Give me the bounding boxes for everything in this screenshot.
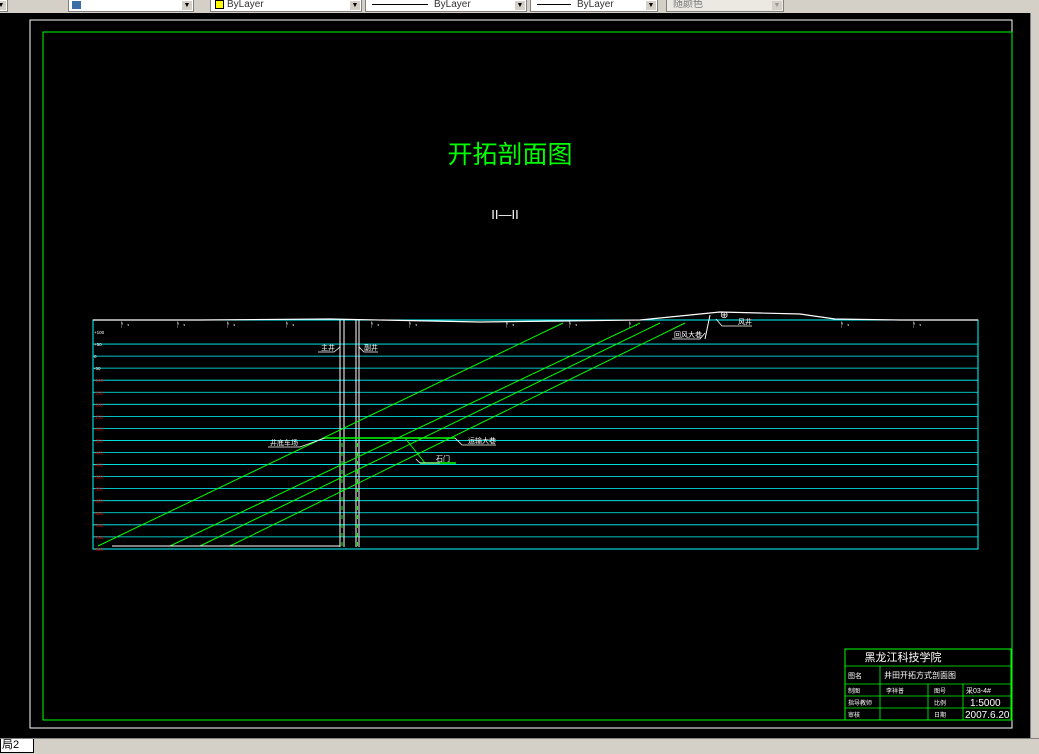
crosscut-label: 石门 — [436, 454, 450, 463]
label-leaders — [268, 318, 752, 464]
elevation-labels: +100 +50 0 -50 -100 -150 -200 -250 -300 -350 -400 -… — [94, 330, 105, 552]
elevation-label: -450 — [94, 463, 104, 468]
linetype-dropdown[interactable]: ByLayer ▼ — [365, 0, 527, 12]
elevation-label: -400 — [94, 451, 104, 456]
elevation-grid — [93, 343, 978, 550]
terrain-symbol: ᚫ ▾ — [285, 321, 295, 329]
draw-value: 李祥普 — [886, 687, 904, 695]
review-label: 审核 — [848, 711, 860, 719]
elevation-label: -550 — [94, 487, 104, 492]
chevron-down-icon: ▼ — [515, 1, 525, 10]
elevation-label: -50 — [94, 366, 101, 371]
chevron-down-icon: ▼ — [772, 1, 782, 10]
elevation-label: -600 — [94, 499, 104, 504]
drawing-canvas[interactable]: 开拓剖面图 II—II +100 +50 0 -50 -100 -150 -200 -250 -… — [0, 13, 1030, 738]
drawing-svg: 开拓剖面图 II—II +100 +50 0 -50 -100 -150 -200 -250 -… — [29, 19, 1013, 729]
elevation-label: -150 — [94, 390, 104, 395]
linetype-preview — [372, 3, 428, 5]
drawing-title: 开拓剖面图 — [447, 141, 572, 169]
chevron-down-icon: ▼ — [350, 1, 360, 10]
scale-label: 比例 — [934, 699, 946, 707]
air-shaft-icon: ⊕ — [720, 310, 728, 321]
elevation-label: -250 — [94, 414, 104, 419]
layout-tab[interactable]: 局2 — [0, 739, 35, 753]
elevation-label: +100 — [94, 330, 105, 335]
drawing-no-label: 图号 — [934, 688, 946, 695]
layer-icon — [72, 1, 81, 9]
air-shaft-label: 风井 — [738, 317, 752, 326]
lineweight-dropdown[interactable]: ByLayer ▼ — [530, 0, 658, 12]
paper-border — [29, 19, 1013, 729]
chevron-down-icon: ▼ — [0, 1, 6, 10]
haulage-roadway-label: 运输大巷 — [468, 436, 496, 445]
elevation-label: -500 — [94, 475, 104, 480]
color-dropdown[interactable]: ByLayer ▼ — [210, 0, 362, 12]
draw-label: 制图 — [848, 687, 860, 695]
terrain-symbol: ᚫ ▾ — [840, 321, 850, 329]
color-value: ByLayer — [227, 0, 264, 11]
layer-dropdown[interactable]: ▼ — [68, 0, 194, 12]
elevation-label: -350 — [94, 438, 104, 443]
terrain-symbol: ᚫ ▾ — [176, 321, 186, 329]
elevation-label: -100 — [94, 378, 104, 383]
elevation-label: +50 — [94, 342, 102, 347]
yard-label: 井底车场 — [270, 438, 298, 447]
section-label: II—II — [491, 207, 518, 222]
layout-tabs-bar: 局2 — [0, 738, 1039, 754]
terrain-symbol: ᚫ ▾ — [505, 321, 515, 329]
date-value: 2007.6.20 — [965, 710, 1010, 721]
name-value: 井田开拓方式剖面图 — [884, 670, 956, 680]
chevron-down-icon: ▼ — [646, 1, 656, 10]
elevation-label: -750 — [94, 535, 104, 540]
vertical-scrollbar[interactable] — [1030, 13, 1039, 738]
main-shaft-label: 主井 — [321, 343, 335, 352]
elevation-label: -200 — [94, 402, 104, 407]
terrain-symbol: ᚫ ▾ — [120, 321, 130, 329]
plotstyle-value: 随颜色 — [673, 0, 703, 10]
terrain-symbol: ᚫ ▾ — [370, 321, 380, 329]
elevation-label: -800 — [94, 547, 104, 552]
date-label: 日期 — [934, 711, 946, 719]
elevation-label: -650 — [94, 511, 104, 516]
terrain-symbol: ᚫ ▾ — [568, 321, 578, 329]
terrain-symbol: ᚫ ▾ — [226, 321, 236, 329]
properties-toolbar: ▼ ▼ ByLayer ▼ ByLayer ▼ ByLayer ▼ 随颜色 ▼ — [0, 0, 1039, 14]
name-label: 图名 — [848, 671, 862, 680]
terrain-symbol: ᚫ ▾ — [912, 321, 922, 329]
aux-shaft-label: 副井 — [364, 343, 378, 352]
surface-symbols: ᚫ ▾ ᚫ ▾ ᚫ ▾ ᚫ ▾ ᚫ ▾ ᚫ ▾ ᚫ ▾ ᚫ ▾ ᚫ ▾ ᚫ ▾ ᚫ ▾ — [120, 321, 922, 329]
elevation-label: -300 — [94, 426, 104, 431]
school-name: 黑龙江科技学院 — [865, 650, 942, 664]
scale-value: 1:5000 — [970, 698, 1001, 709]
chevron-down-icon: ▼ — [182, 1, 192, 10]
return-roadway-label: 回风大巷 — [674, 330, 702, 339]
lineweight-preview — [537, 3, 571, 5]
lineweight-value: ByLayer — [577, 0, 614, 10]
elevation-label: -700 — [94, 523, 104, 528]
elevation-label: 0 — [94, 354, 97, 359]
color-swatch-icon — [215, 0, 224, 9]
section-outline — [92, 319, 979, 550]
linetype-value: ByLayer — [434, 0, 471, 10]
prev-dropdown[interactable]: ▼ — [0, 0, 8, 12]
air-shaft-line — [704, 314, 711, 340]
check-label: 指导教师 — [848, 699, 872, 707]
title-block: 黑龙江科技学院 图名 井田开拓方式剖面图 制图 李祥普 指导教师 审核 图号 采… — [844, 648, 1012, 721]
drawing-no: 采03-4# — [966, 686, 991, 695]
plotstyle-dropdown[interactable]: 随颜色 ▼ — [666, 0, 784, 12]
terrain-symbol: ᚫ ▾ — [408, 321, 418, 329]
